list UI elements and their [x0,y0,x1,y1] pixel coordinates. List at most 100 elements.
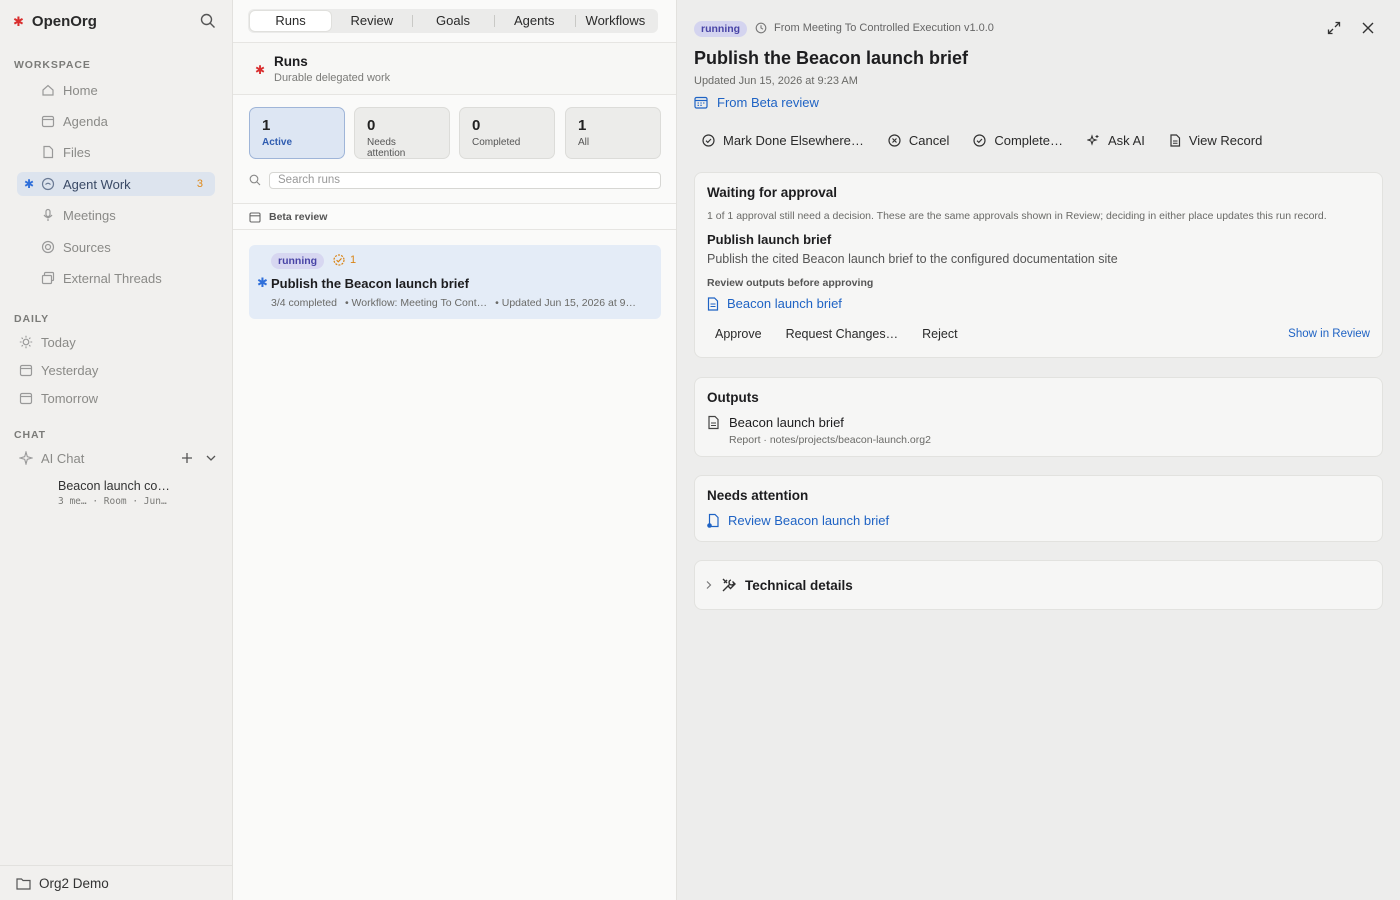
chat-room-meta: 3 me… · Room · Jun… [58,496,167,507]
output-link[interactable]: Beacon launch brief [707,296,842,311]
sparkle-icon [1087,134,1100,147]
run-meta: 3/4 completed • Workflow: Meeting To Con… [271,297,636,309]
stat-count: 1 [578,117,587,134]
stat-label: Completed [472,137,521,148]
approval-item-title: Publish launch brief [707,232,832,247]
from-link-label: From Beta review [717,95,819,110]
window-controls [1327,21,1375,35]
sun-icon [19,335,33,349]
detail-title: Publish the Beacon launch brief [694,48,969,68]
app-brand[interactable]: ✱ OpenOrg [13,13,97,30]
action-bar: Mark Done Elsewhere… Cancel Complete… As… [702,133,1262,148]
agent-work-count-badge: 3 [196,178,203,190]
show-in-review-link[interactable]: Show in Review [1288,328,1370,340]
close-icon[interactable] [1361,21,1375,35]
sidebar-item-label: Agent Work [63,176,131,192]
chat-room-item[interactable]: Beacon launch co… 3 me… · Room · Jun… [58,479,218,507]
ask-ai-button[interactable]: Ask AI [1087,133,1145,148]
sidebar-item-files[interactable]: Files [17,140,215,164]
outputs-card: Outputs Beacon launch brief Report · not… [694,377,1383,457]
sidebar-item-agenda[interactable]: Agenda [17,109,215,133]
group-header[interactable]: Beta review [233,203,676,230]
stat-active[interactable]: 1 Active [249,107,345,159]
approval-check-icon [333,254,345,266]
technical-details-toggle[interactable]: Technical details [705,577,853,593]
needs-attention-card: Needs attention Review Beacon launch bri… [694,475,1383,542]
cancel-button[interactable]: Cancel [888,133,949,148]
stat-all[interactable]: 1 All [565,107,661,159]
technical-details-card[interactable]: Technical details [694,560,1383,610]
from-link[interactable]: From Beta review [694,95,819,110]
daily-item-label: Tomorrow [41,390,99,406]
search-input[interactable]: Search runs [269,172,661,189]
tab-agents[interactable]: Agents [493,11,575,31]
stat-label: Needs attention [367,137,406,159]
sidebar-item-home[interactable]: Home [17,78,215,102]
review-outputs-label: Review outputs before approving [707,277,874,289]
run-workflow: • Workflow: Meeting To Cont… [344,297,488,309]
stat-completed[interactable]: 0 Completed [459,107,555,159]
check-circle-icon [702,134,715,147]
tab-runs[interactable]: Runs [250,11,332,31]
outputs-title: Outputs [707,390,759,405]
daily-item-tomorrow[interactable]: Tomorrow [17,387,215,409]
expand-icon[interactable] [1327,21,1341,35]
app-name: OpenOrg [31,13,97,30]
approve-button[interactable]: Approve [715,327,762,341]
daily-item-today[interactable]: Today [17,331,215,353]
approval-note: 1 of 1 approval still need a decision. T… [707,210,1327,222]
request-changes-button[interactable]: Request Changes… [786,327,899,341]
stat-count: 0 [472,117,481,134]
sources-icon [41,240,55,254]
daily-item-yesterday[interactable]: Yesterday [17,359,215,381]
needs-attention-title: Needs attention [707,488,809,503]
add-chat-icon[interactable] [181,452,193,464]
chevron-down-icon[interactable] [205,452,217,464]
reject-button[interactable]: Reject [922,327,957,341]
workspace-section-title: WORKSPACE [14,59,91,71]
page-subtitle: Durable delegated work [274,72,391,84]
calendar-icon [19,363,33,377]
review-link[interactable]: Review Beacon launch brief [707,513,889,528]
run-detail-panel: running From Meeting To Controlled Execu… [677,0,1400,900]
tab-workflows[interactable]: Workflows [574,11,656,31]
origin-text: From Meeting To Controlled Execution v1.… [774,22,994,34]
search-icon[interactable] [200,13,218,31]
daily-item-label: Today [41,334,76,350]
view-record-button[interactable]: View Record [1169,133,1262,148]
sidebar-item-sources[interactable]: Sources [17,235,215,259]
stat-label: All [578,137,590,148]
document-alert-icon [707,513,720,528]
approval-item-description: Publish the cited Beacon launch brief to… [707,252,1118,266]
daily-item-label: Yesterday [41,362,99,378]
sidebar-item-meetings[interactable]: Meetings [17,203,215,227]
runs-panel: Runs Review Goals Agents Workflows ✱ Run… [233,0,677,900]
workspace-switcher[interactable]: Org2 Demo [0,865,232,900]
file-icon [41,145,55,159]
runs-tabbar: Runs Review Goals Agents Workflows [248,9,658,33]
status-badge: running [271,253,325,269]
active-indicator-icon: ✱ [24,177,35,191]
tab-goals[interactable]: Goals [412,11,493,31]
run-title: Publish the Beacon launch brief [271,276,469,291]
runs-star-icon: ✱ [255,63,266,77]
workspace-name: Org2 Demo [39,875,109,891]
output-link-label: Beacon launch brief [727,296,842,311]
calendar-icon [41,114,55,128]
approval-buttons: Approve Request Changes… Reject [715,327,958,341]
sidebar-item-external-threads[interactable]: External Threads [17,266,215,290]
complete-button[interactable]: Complete… [973,133,1063,148]
run-card[interactable]: running 1 ✱ Publish the Beacon launch br… [249,245,661,319]
output-item[interactable]: Beacon launch brief Report · notes/proje… [707,415,931,446]
stat-needs-attention[interactable]: 0 Needs attention [354,107,450,159]
ai-chat-item[interactable]: AI Chat [17,447,217,469]
check-circle-icon [973,134,986,147]
sidebar-item-agent-work[interactable]: ✱ Agent Work 3 [17,172,215,196]
sidebar-item-label: Meetings [63,207,116,223]
tab-review[interactable]: Review [331,11,412,31]
mark-done-elsewhere-button[interactable]: Mark Done Elsewhere… [702,133,864,148]
sparkle-icon [19,451,33,465]
threads-icon [41,271,55,285]
mic-icon [41,208,55,222]
sidebar-item-label: Home [63,82,98,98]
